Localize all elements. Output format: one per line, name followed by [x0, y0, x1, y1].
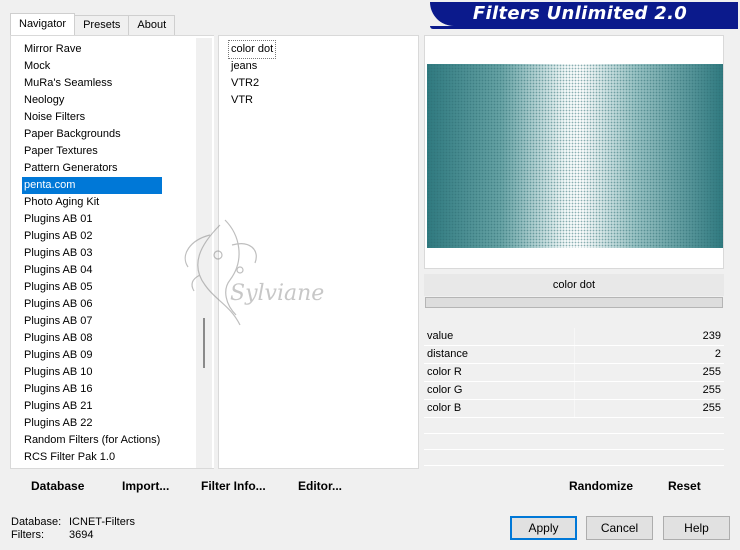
- category-scrollbar[interactable]: [196, 38, 212, 468]
- tab-navigator[interactable]: Navigator: [10, 13, 76, 35]
- status-area: Database: ICNET-Filters Filters: 3694: [11, 516, 135, 542]
- filter-item[interactable]: VTR: [229, 92, 275, 109]
- category-item[interactable]: Plugins AB 21: [22, 398, 162, 415]
- filter-info-button[interactable]: Filter Info...: [201, 473, 266, 499]
- left-toolbar: Database Import... Filter Info... Editor…: [10, 473, 420, 499]
- parameter-name: distance: [427, 348, 468, 360]
- filter-item[interactable]: color dot: [227, 40, 277, 59]
- preview-panel: [424, 35, 724, 269]
- reset-button[interactable]: Reset: [668, 473, 701, 499]
- parameter-row[interactable]: color B 255: [424, 400, 724, 418]
- app-title: Filters Unlimited 2.0: [472, 3, 688, 24]
- category-item[interactable]: Plugins AB 22: [22, 415, 162, 432]
- parameter-row[interactable]: color G 255: [424, 382, 724, 400]
- filters-count-value: 3694: [69, 529, 94, 541]
- category-item[interactable]: Plugins AB 03: [22, 245, 162, 262]
- editor-button[interactable]: Editor...: [298, 473, 342, 499]
- category-item[interactable]: penta.com: [22, 177, 163, 194]
- parameter-row-empty: [424, 434, 724, 450]
- category-item[interactable]: Paper Textures: [22, 143, 162, 160]
- category-item[interactable]: Plugins AB 16: [22, 381, 162, 398]
- database-label: Database:: [11, 516, 62, 528]
- category-item[interactable]: Plugins AB 10: [22, 364, 162, 381]
- tab-bar: Navigator Presets About: [10, 13, 176, 35]
- cancel-button[interactable]: Cancel: [586, 516, 653, 540]
- category-item[interactable]: Plugins AB 07: [22, 313, 162, 330]
- parameter-row[interactable]: distance 2: [424, 346, 724, 364]
- filter-item[interactable]: VTR2: [229, 75, 275, 92]
- parameter-value[interactable]: 2: [715, 346, 721, 363]
- database-value: ICNET-Filters: [69, 516, 135, 528]
- category-item[interactable]: Plugins AB 06: [22, 296, 162, 313]
- filter-item[interactable]: jeans: [229, 58, 275, 75]
- import-button[interactable]: Import...: [122, 473, 169, 499]
- apply-button[interactable]: Apply: [510, 516, 577, 540]
- database-button[interactable]: Database: [31, 473, 84, 499]
- category-item[interactable]: Mock: [22, 58, 162, 75]
- randomize-button[interactable]: Randomize: [569, 473, 633, 499]
- parameter-row-empty: [424, 450, 724, 466]
- parameter-row[interactable]: color R 255: [424, 364, 724, 382]
- parameter-value[interactable]: 255: [703, 400, 721, 417]
- category-item[interactable]: Pattern Generators: [22, 160, 162, 177]
- parameter-value[interactable]: 255: [703, 382, 721, 399]
- scrollbar-thumb[interactable]: [203, 318, 205, 368]
- progress-bar: [425, 297, 723, 308]
- category-item[interactable]: Photo Aging Kit: [22, 194, 162, 211]
- category-item[interactable]: Plugins AB 01: [22, 211, 162, 228]
- category-item[interactable]: Plugins AB 09: [22, 347, 162, 364]
- right-toolbar: Randomize Reset: [424, 473, 724, 499]
- parameter-value[interactable]: 255: [703, 364, 721, 381]
- help-button[interactable]: Help: [663, 516, 730, 540]
- category-item[interactable]: Plugins AB 08: [22, 330, 162, 347]
- parameter-name: color G: [427, 384, 463, 396]
- category-item[interactable]: Plugins AB 02: [22, 228, 162, 245]
- filter-list-panel[interactable]: color dot jeans VTR2 VTR: [218, 35, 419, 469]
- category-item[interactable]: Plugins AB 04: [22, 262, 162, 279]
- tab-about[interactable]: About: [128, 15, 176, 35]
- parameter-value[interactable]: 239: [703, 328, 721, 345]
- category-list-panel[interactable]: Mirror Rave Mock MuRa's Seamless Neology Noi…: [10, 35, 214, 469]
- category-item[interactable]: RCS Filter Pak 1.0: [22, 449, 162, 466]
- category-item[interactable]: Noise Filters: [22, 109, 162, 126]
- category-item[interactable]: Plugins AB 05: [22, 279, 162, 296]
- category-list[interactable]: Mirror Rave Mock MuRa's Seamless Neology Noi…: [22, 41, 163, 466]
- category-item[interactable]: Paper Backgrounds: [22, 126, 162, 143]
- category-item[interactable]: MuRa's Seamless: [22, 75, 162, 92]
- parameter-row[interactable]: value 239: [424, 328, 724, 346]
- parameter-row-empty: [424, 418, 724, 434]
- filter-list[interactable]: color dot jeans VTR2 VTR: [227, 40, 277, 109]
- tab-presets[interactable]: Presets: [74, 15, 130, 35]
- parameter-name: value: [427, 330, 454, 342]
- preview-image: [427, 64, 723, 248]
- parameter-name: color R: [427, 366, 462, 378]
- filters-count-label: Filters:: [11, 529, 44, 541]
- selected-filter-name: color dot: [424, 274, 724, 296]
- category-item[interactable]: Neology: [22, 92, 162, 109]
- category-item[interactable]: Mirror Rave: [22, 41, 162, 58]
- app-banner: Filters Unlimited 2.0: [430, 2, 738, 29]
- category-item[interactable]: Random Filters (for Actions): [22, 432, 162, 449]
- parameter-name: color B: [427, 402, 462, 414]
- parameter-table: value 239 distance 2 color R 255 color G 255 col…: [424, 328, 724, 466]
